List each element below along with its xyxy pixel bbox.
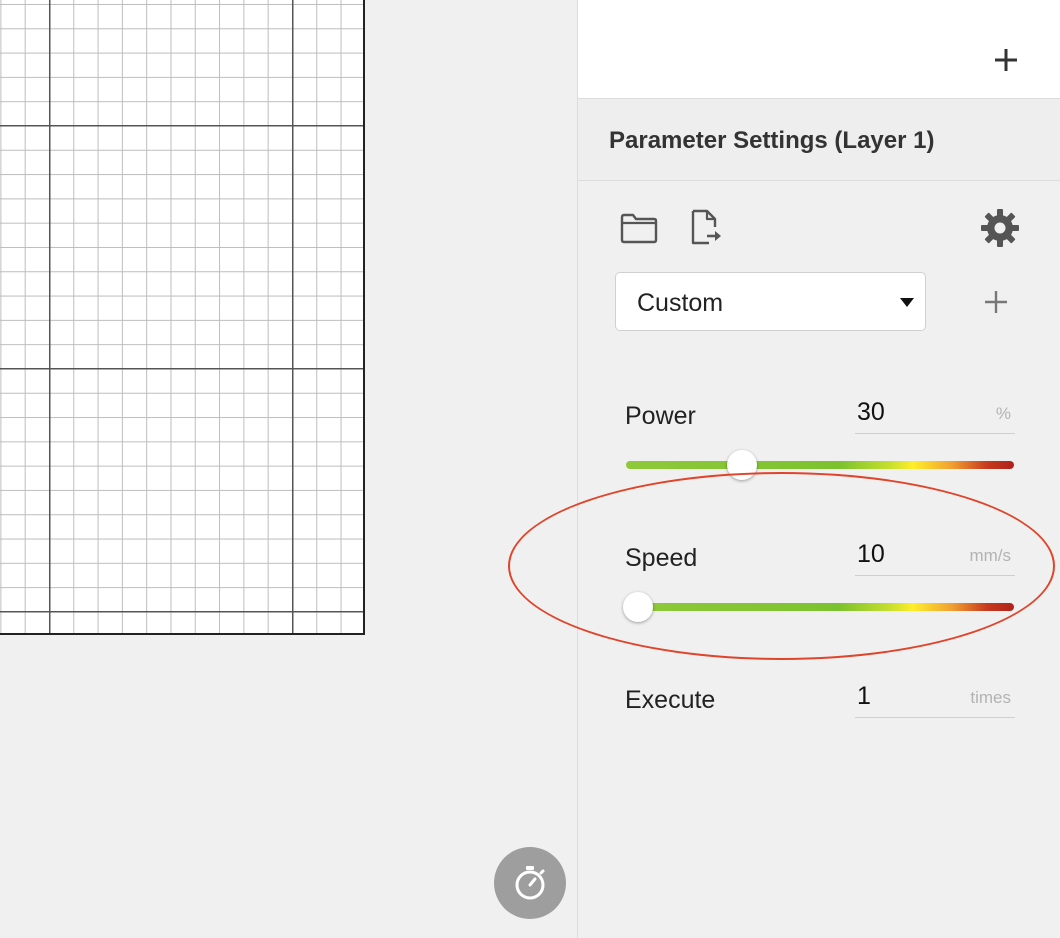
power-row: Power 30 % [578, 398, 1060, 502]
plus-icon [995, 49, 1017, 71]
panel-header: Parameter Settings (Layer 1) [578, 99, 1060, 181]
parameter-settings-body: Custom Power 30 % Speed 10 mm/s Execute … [578, 181, 1060, 938]
panel-title: Parameter Settings (Layer 1) [609, 127, 935, 154]
folder-icon [620, 213, 658, 244]
estimate-time-button[interactable] [494, 847, 566, 919]
add-layer-button[interactable] [992, 46, 1020, 74]
execute-input[interactable]: 1 times [855, 678, 1015, 718]
speed-label: Speed [625, 544, 698, 572]
power-unit: % [995, 404, 1011, 423]
canvas-area[interactable] [0, 0, 578, 938]
speed-row: Speed 10 mm/s [578, 540, 1060, 644]
settings-button[interactable] [980, 208, 1020, 253]
speed-input[interactable]: 10 mm/s [855, 536, 1015, 576]
speed-slider-thumb[interactable] [622, 592, 653, 622]
execute-unit: times [970, 688, 1011, 707]
right-panel: Parameter Settings (Layer 1) Custom Powe… [577, 0, 1060, 938]
power-input[interactable]: 30 % [855, 394, 1015, 434]
caret-down-icon [900, 298, 914, 307]
add-preset-button[interactable] [984, 290, 1008, 314]
speed-value: 10 [857, 540, 885, 568]
import-preset-button[interactable] [619, 211, 659, 250]
layer-list-area [578, 0, 1060, 99]
execute-value: 1 [857, 682, 871, 710]
speed-slider[interactable] [622, 592, 1014, 622]
power-label: Power [625, 402, 696, 430]
preset-selected-value: Custom [637, 289, 724, 317]
stopwatch-icon [515, 866, 545, 900]
grid-workspace[interactable] [0, 0, 365, 635]
preset-select[interactable]: Custom [615, 272, 926, 331]
execute-row: Execute 1 times [578, 682, 1060, 786]
power-slider[interactable] [626, 450, 1014, 480]
plus-icon [985, 291, 1007, 313]
gear-icon [981, 209, 1019, 247]
power-value: 30 [857, 398, 885, 426]
execute-label: Execute [625, 686, 716, 714]
power-slider-thumb[interactable] [727, 450, 758, 480]
speed-unit: mm/s [969, 546, 1011, 565]
export-file-icon [691, 209, 721, 245]
export-preset-button[interactable] [689, 207, 725, 252]
